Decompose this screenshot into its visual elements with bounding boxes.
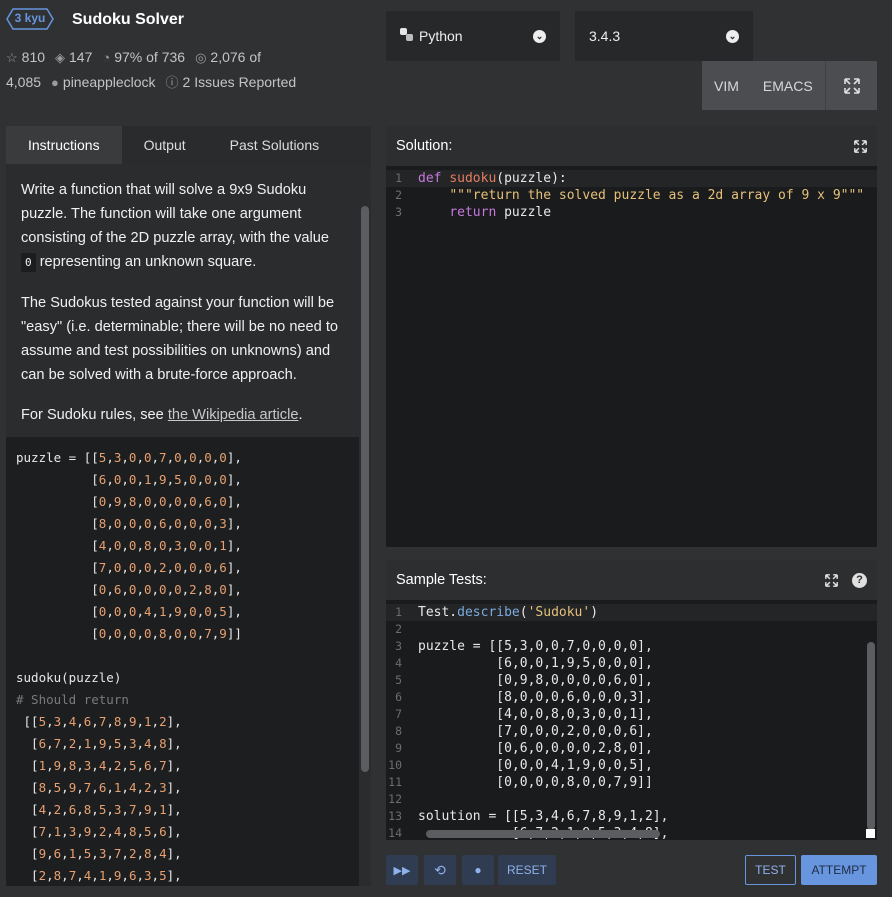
issues-link[interactable]: ⓘ 2 Issues Reported	[166, 72, 297, 91]
tab-past-solutions[interactable]: Past Solutions	[208, 126, 342, 164]
instructions-body: Write a function that will solve a 9x9 S…	[6, 164, 359, 886]
tests-scrollbar-horizontal[interactable]	[426, 830, 660, 838]
run-button[interactable]: ▶▶	[386, 855, 418, 885]
language-select[interactable]: Python ⌄	[386, 11, 560, 61]
satisfaction-stat: ◔ 97% of 736	[102, 49, 186, 65]
chevron-down-icon: ⌄	[726, 29, 739, 43]
code-line: 12	[388, 792, 402, 806]
kata-stats: ☆ 810 ◈ 147 ◔ 97% of 736 ◎ 2,076 of	[6, 49, 271, 66]
refresh-icon: ⟲	[434, 861, 446, 878]
chevron-down-icon: ⌄	[533, 29, 546, 43]
instructions-paragraph: The Sudokus tested against your function…	[21, 295, 339, 383]
sample-tests-panel: Sample Tests: ? 1 Test.describe('Sudoku')…	[386, 560, 877, 840]
python-icon	[400, 28, 413, 44]
fast-forward-icon: ▶▶	[393, 864, 411, 877]
code-line: 3 puzzle = [[5,3,0,0,7,0,0,0,0],	[395, 639, 653, 654]
code-line: 6 [8,0,0,0,6,0,0,0,3],	[395, 690, 653, 705]
reset-button[interactable]: RESET	[498, 855, 556, 885]
expand-icon[interactable]	[825, 573, 838, 587]
chat-icon: ●	[474, 863, 482, 877]
solution-panel: Solution: 1 def sudoku(puzzle): 2 """retu…	[386, 126, 877, 547]
completed-total: 4,085	[6, 74, 42, 90]
attempt-button[interactable]: ATTEMPT	[801, 855, 877, 885]
code-line: 10 [0,0,0,4,1,9,0,0,5],	[388, 758, 653, 773]
instructions-paragraph: Write a function that will solve a 9x9 S…	[21, 182, 329, 272]
code-line: 3 return puzzle	[395, 205, 552, 220]
code-line: 11 [0,0,0,0,8,0,0,7,9]]	[388, 775, 653, 790]
fullscreen-button[interactable]	[825, 61, 877, 110]
code-line: 8 [7,0,0,0,2,0,0,0,6],	[395, 724, 653, 739]
expand-icon[interactable]	[854, 139, 867, 153]
solution-editor[interactable]: 1 def sudoku(puzzle): 2 """return the sol…	[386, 166, 877, 547]
language-label: Python	[419, 28, 463, 44]
code-line: 1 def sudoku(puzzle):	[386, 170, 877, 187]
code-line: 5 [0,9,8,0,0,0,0,6,0],	[395, 673, 653, 688]
discuss-button[interactable]: ●	[462, 855, 494, 885]
collections-stat[interactable]: ◈ 147	[55, 49, 92, 66]
left-tabs: Instructions Output Past Solutions	[6, 126, 371, 164]
stars-stat[interactable]: ☆ 810	[6, 49, 45, 66]
expand-icon	[843, 77, 860, 94]
star-icon: ☆	[6, 50, 18, 65]
tests-header: Sample Tests: ?	[386, 560, 877, 600]
target-icon: ◎	[195, 50, 207, 65]
scrollbar-corner	[866, 829, 875, 838]
code-line: 9 [0,6,0,0,0,0,2,8,0],	[395, 741, 653, 756]
refresh-button[interactable]: ⟲	[424, 855, 456, 885]
author-link[interactable]: ● pineappleclock	[51, 74, 155, 90]
kata-title: Sudoku Solver	[72, 11, 185, 28]
wikipedia-link[interactable]: the Wikipedia article	[168, 407, 299, 423]
completed-stat: ◎ 2,076 of	[195, 49, 262, 65]
stack-icon: ◈	[55, 50, 66, 65]
code-line: 1 Test.describe('Sudoku')	[386, 604, 877, 621]
code-example: puzzle = [[5,3,0,0,7,0,0,0,0], [6,0,0,1,…	[6, 437, 359, 886]
kyu-label: 3 kyu	[14, 11, 46, 25]
user-icon: ●	[51, 75, 59, 90]
solution-title: Solution:	[396, 138, 453, 154]
code-line: 4 [6,0,0,1,9,5,0,0,0],	[395, 656, 653, 671]
tab-instructions[interactable]: Instructions	[6, 126, 122, 164]
version-select[interactable]: 3.4.3 ⌄	[575, 11, 753, 61]
code-line: 2 """return the solved puzzle as a 2d ar…	[395, 188, 865, 203]
code-line: 2	[395, 622, 402, 636]
vim-mode-button[interactable]: VIM	[702, 78, 751, 94]
kata-stats-2: 4,085 ● pineappleclock ⓘ 2 Issues Reported	[6, 72, 306, 91]
version-label: 3.4.3	[589, 28, 621, 44]
info-icon: ⓘ	[165, 75, 179, 90]
editor-mode-bar: VIM EMACS	[702, 61, 877, 110]
emacs-mode-button[interactable]: EMACS	[751, 78, 825, 94]
instructions-paragraph: For Sudoku rules, see the Wikipedia arti…	[21, 407, 303, 423]
code-line: 7 [4,0,0,8,0,3,0,0,1],	[395, 707, 653, 722]
instructions-scrollbar[interactable]	[359, 164, 371, 886]
code-line: 13 solution = [[5,3,4,6,7,8,9,1,2],	[388, 809, 669, 824]
solution-header: Solution:	[386, 126, 877, 166]
scrollbar-thumb[interactable]	[361, 206, 369, 772]
tab-output[interactable]: Output	[122, 126, 208, 164]
help-icon[interactable]: ?	[852, 572, 867, 588]
instructions-panel: Instructions Output Past Solutions Write…	[6, 126, 371, 886]
eye-icon: ◔	[102, 50, 111, 65]
kyu-badge: 3 kyu	[6, 8, 54, 30]
test-button[interactable]: TEST	[745, 855, 796, 885]
tests-scrollbar-vertical[interactable]	[867, 642, 875, 830]
tests-title: Sample Tests:	[396, 572, 487, 588]
tests-editor[interactable]: 1 Test.describe('Sudoku') 2 3 puzzle = [[5…	[386, 600, 877, 840]
